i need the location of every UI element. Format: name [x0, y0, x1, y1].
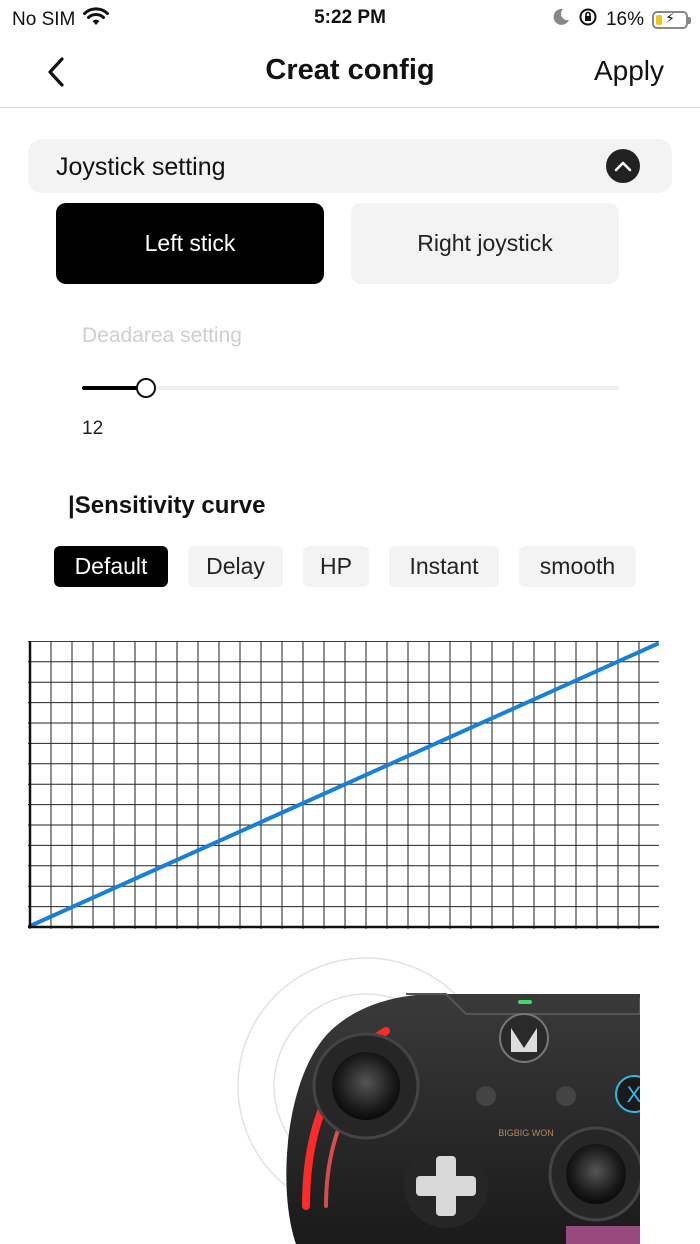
status-right: 16% ⚡	[552, 7, 691, 33]
curve-tab-default[interactable]: Default	[54, 546, 168, 587]
controller-image: X BIGBIG WON	[237, 957, 640, 1244]
nav-bar: Creat config Apply	[0, 36, 700, 108]
deadarea-label: Deadarea setting	[82, 324, 242, 347]
slider-thumb[interactable]	[136, 378, 156, 398]
curve-tab-instant[interactable]: Instant	[389, 546, 499, 587]
battery-icon: ⚡	[652, 10, 691, 29]
curve-tab-delay[interactable]: Delay	[188, 546, 283, 587]
curve-tab-hp[interactable]: HP	[303, 546, 369, 587]
sensitivity-curve-chart[interactable]	[28, 641, 659, 929]
collapse-button[interactable]	[606, 149, 640, 183]
curve-line	[28, 642, 659, 928]
moon-icon	[552, 8, 570, 32]
right-joystick-button[interactable]: Right joystick	[351, 203, 619, 284]
battery-percent: 16%	[605, 9, 644, 30]
sensitivity-title: |Sensitivity curve	[68, 492, 266, 519]
status-bar: No SIM 5:22 PM 16% ⚡	[0, 0, 700, 36]
section-title: Joystick setting	[56, 153, 226, 181]
chevron-up-icon	[614, 161, 632, 172]
left-stick-button[interactable]: Left stick	[56, 203, 324, 284]
svg-text:X: X	[627, 1082, 640, 1107]
deadarea-slider[interactable]	[82, 378, 619, 398]
curve-tab-smooth[interactable]: smooth	[519, 546, 636, 587]
rotation-lock-icon	[578, 7, 598, 33]
apply-button[interactable]: Apply	[594, 55, 664, 87]
deadarea-value: 12	[82, 418, 104, 439]
joystick-section-header[interactable]: Joystick setting	[28, 139, 672, 193]
controller-brand: BIGBIG WON	[498, 1128, 554, 1138]
